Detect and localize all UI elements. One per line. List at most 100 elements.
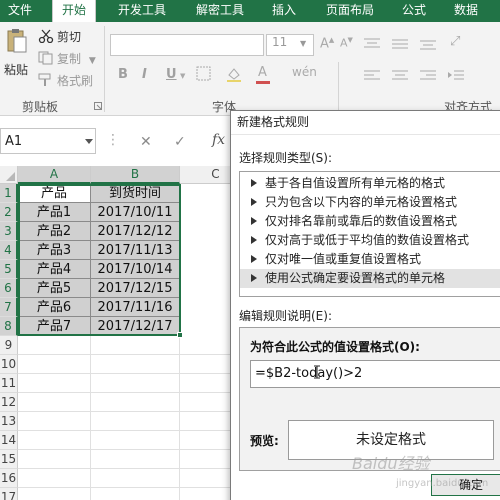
- rule-type-list[interactable]: 基于各自值设置所有单元格的格式 只为包含以下内容的单元格设置格式 仅对排名靠前或…: [239, 171, 500, 297]
- bold-button[interactable]: B: [118, 67, 128, 82]
- format-painter-button[interactable]: 格式刷: [38, 72, 93, 90]
- enter-icon[interactable]: ✓: [174, 134, 186, 150]
- tab-page-layout[interactable]: 页面布局: [326, 0, 374, 22]
- formula-text-after-cursor: ay()>2: [317, 366, 363, 381]
- row-header[interactable]: 7: [0, 298, 18, 317]
- align-top-icon[interactable]: [364, 38, 380, 50]
- table-cell-product[interactable]: 产品7: [18, 317, 91, 336]
- triangle-right-icon: [251, 179, 257, 187]
- gridline: [18, 468, 230, 469]
- table-cell-product[interactable]: 产品3: [18, 241, 91, 260]
- column-header-a[interactable]: A: [18, 166, 91, 184]
- group-separator: [104, 26, 105, 112]
- rule-type-label-text: 使用公式确定要设置格式的单元格: [265, 271, 446, 285]
- row-header[interactable]: 1: [0, 184, 18, 203]
- watermark-url: jingyan.baidu.com: [396, 478, 489, 489]
- row-header[interactable]: 6: [0, 279, 18, 298]
- formula-input[interactable]: =$B2-today()>2: [250, 360, 500, 388]
- row-header[interactable]: 10: [0, 355, 18, 374]
- increase-font-icon[interactable]: A▲: [320, 36, 334, 51]
- gridline: [90, 336, 91, 500]
- ribbon-tab-bar: 文件 开始 开发工具 解密工具 插入 页面布局 公式 数据: [0, 0, 500, 22]
- font-color-icon[interactable]: A: [258, 65, 267, 80]
- format-painter-icon: [38, 73, 51, 86]
- row-header[interactable]: 4: [0, 241, 18, 260]
- select-all-corner[interactable]: [0, 166, 18, 184]
- underline-button[interactable]: U: [166, 67, 177, 82]
- row-header[interactable]: 2: [0, 203, 18, 222]
- rule-type-item[interactable]: 仅对高于或低于平均值的数值设置格式: [240, 231, 500, 250]
- table-cell-date[interactable]: 2017/11/16: [91, 298, 180, 317]
- copy-button[interactable]: 复制 ▼: [38, 50, 96, 68]
- row-header[interactable]: 9: [0, 336, 18, 355]
- fill-color-icon[interactable]: [226, 66, 242, 82]
- row-header[interactable]: 16: [0, 469, 18, 488]
- table-cell-product[interactable]: 产品6: [18, 298, 91, 317]
- rule-type-label-text: 仅对排名靠前或靠后的数值设置格式: [265, 214, 458, 228]
- table-cell-product[interactable]: 产品2: [18, 222, 91, 241]
- tab-insert[interactable]: 插入: [272, 0, 296, 22]
- cut-button[interactable]: 剪切: [38, 28, 81, 46]
- tab-home[interactable]: 开始: [52, 0, 97, 22]
- tab-file[interactable]: 文件: [8, 0, 32, 22]
- rule-type-item[interactable]: 仅对唯一值或重复值设置格式: [240, 250, 500, 269]
- row-header[interactable]: 12: [0, 393, 18, 412]
- fill-handle[interactable]: [177, 332, 183, 338]
- align-left-icon[interactable]: [364, 70, 380, 82]
- align-right-icon[interactable]: [420, 70, 436, 82]
- dialog-launcher-icon[interactable]: [94, 102, 102, 110]
- chevron-down-icon: ▼: [88, 56, 96, 66]
- rule-type-item[interactable]: 基于各自值设置所有单元格的格式: [240, 174, 500, 193]
- align-bottom-icon[interactable]: [420, 38, 436, 50]
- table-cell-date[interactable]: 2017/12/15: [91, 279, 180, 298]
- indent-icon[interactable]: [448, 70, 464, 82]
- font-size-value: 11: [272, 35, 288, 49]
- table-cell-product[interactable]: 产品4: [18, 260, 91, 279]
- tab-developer[interactable]: 开发工具: [118, 0, 166, 22]
- font-name-combo[interactable]: [110, 34, 264, 56]
- row-header[interactable]: 3: [0, 222, 18, 241]
- fx-icon[interactable]: fx: [212, 132, 225, 148]
- triangle-right-icon: [251, 274, 257, 282]
- italic-button[interactable]: I: [142, 67, 147, 82]
- align-center-icon[interactable]: [392, 70, 408, 82]
- edit-description-label: 编辑规则说明(E):: [239, 309, 332, 323]
- rule-type-item[interactable]: 只为包含以下内容的单元格设置格式: [240, 193, 500, 212]
- align-middle-icon[interactable]: [392, 38, 408, 50]
- table-cell-product[interactable]: 产品1: [18, 203, 91, 222]
- gridline: [18, 373, 230, 374]
- table-cell-date[interactable]: 2017/11/13: [91, 241, 180, 260]
- cancel-icon[interactable]: ✕: [140, 134, 152, 150]
- table-cell-date[interactable]: 2017/12/12: [91, 222, 180, 241]
- row-header[interactable]: 15: [0, 450, 18, 469]
- paste-button[interactable]: 粘贴: [2, 28, 32, 84]
- dialog-title[interactable]: 新建格式规则: [231, 111, 500, 135]
- table-cell-date[interactable]: 2017/12/17: [91, 317, 180, 336]
- table-cell-date[interactable]: 2017/10/11: [91, 203, 180, 222]
- row-header[interactable]: 14: [0, 431, 18, 450]
- tab-decrypt[interactable]: 解密工具: [196, 0, 244, 22]
- gridline: [18, 411, 230, 412]
- rule-type-label-text: 基于各自值设置所有单元格的格式: [265, 176, 446, 190]
- worksheet-grid[interactable]: A B C 1 2 3 4 5 6 7 8 9 10 11 12 13 14 1…: [0, 166, 252, 500]
- tab-formulas[interactable]: 公式: [402, 0, 426, 22]
- row-header[interactable]: 8: [0, 317, 18, 336]
- clipboard-group-label: 剪贴板: [22, 100, 59, 114]
- row-header[interactable]: 13: [0, 412, 18, 431]
- orientation-icon[interactable]: ⤢: [450, 34, 460, 49]
- rule-type-item[interactable]: 仅对排名靠前或靠后的数值设置格式: [240, 212, 500, 231]
- cell-a1[interactable]: 产品: [18, 184, 91, 203]
- tab-data[interactable]: 数据: [454, 0, 478, 22]
- table-cell-date[interactable]: 2017/10/14: [91, 260, 180, 279]
- column-header-b[interactable]: B: [91, 166, 180, 184]
- borders-icon[interactable]: [196, 66, 212, 82]
- row-header[interactable]: 11: [0, 374, 18, 393]
- cell-b1[interactable]: 到货时间: [91, 184, 180, 203]
- table-cell-product[interactable]: 产品5: [18, 279, 91, 298]
- rule-type-item-selected[interactable]: 使用公式确定要设置格式的单元格: [240, 269, 500, 288]
- row-header[interactable]: 17: [0, 488, 18, 500]
- row-header[interactable]: 5: [0, 260, 18, 279]
- decrease-font-icon[interactable]: A▼: [340, 36, 353, 50]
- name-box[interactable]: A1: [0, 128, 96, 154]
- phonetic-icon[interactable]: wén: [292, 65, 317, 79]
